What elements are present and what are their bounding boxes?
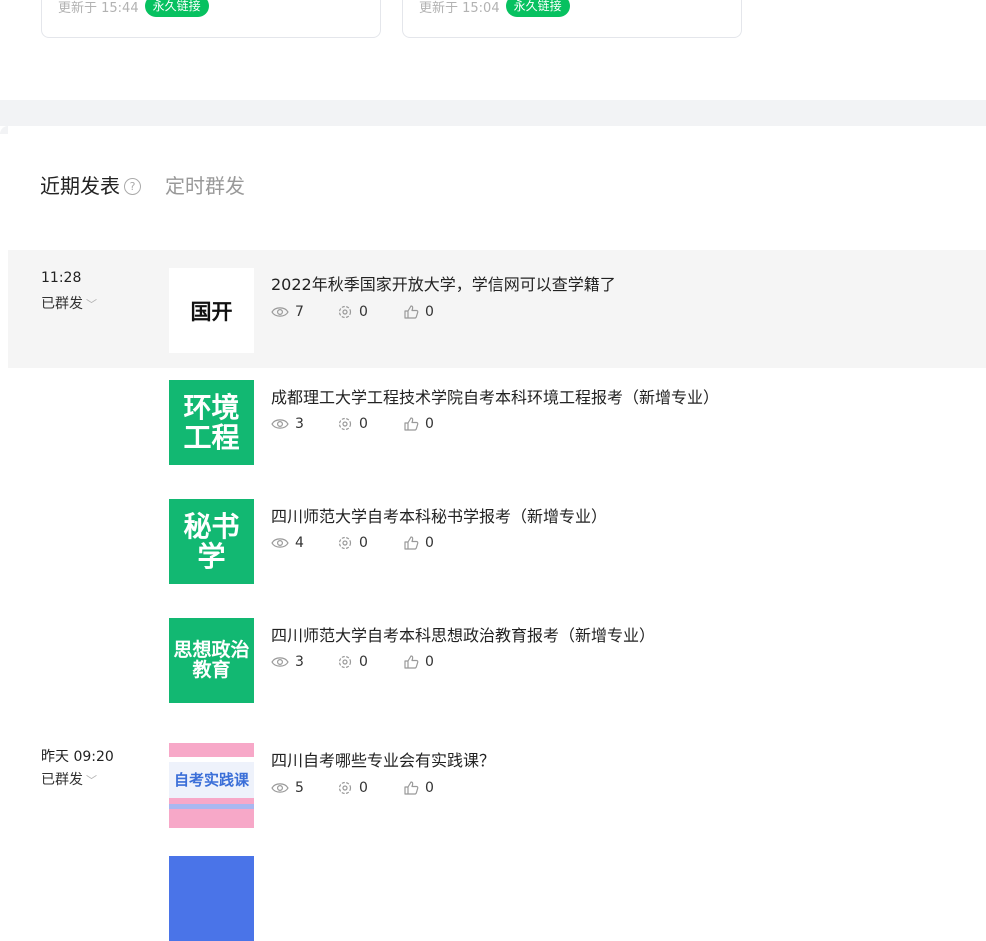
- thumbs-up-icon: [404, 781, 419, 795]
- article-thumbnail[interactable]: 环境工程: [169, 380, 254, 465]
- chevron-down-icon[interactable]: ﹀: [86, 774, 97, 787]
- share-count: 0: [337, 535, 403, 551]
- article-title[interactable]: 成都理工大学工程技术学院自考本科环境工程报考（新增专业）: [271, 384, 719, 408]
- share-count: 0: [337, 304, 403, 320]
- permanent-link-badge[interactable]: 永久链接: [144, 0, 209, 17]
- card-meta: 更新于 15:04 永久链接: [419, 0, 570, 17]
- status-label: 已群发: [41, 296, 83, 312]
- tab-scheduled-posts[interactable]: 定时群发: [165, 170, 245, 199]
- thumbnail-text: 环境工程: [183, 391, 240, 454]
- view-count: 4: [271, 535, 337, 551]
- tab-recent-posts[interactable]: 近期发表: [40, 170, 120, 199]
- post-status[interactable]: 已群发 ﹀: [41, 769, 97, 789]
- updated-time: 更新于 15:04: [419, 0, 500, 16]
- view-count: 3: [271, 416, 337, 432]
- section-divider-corner: [0, 126, 8, 134]
- eye-icon: [271, 783, 289, 793]
- eye-icon: [271, 657, 289, 667]
- article-title[interactable]: 2022年秋季国家开放大学，学信网可以查学籍了: [271, 271, 616, 295]
- article-thumbnail[interactable]: 国开: [169, 268, 254, 353]
- share-icon: [338, 305, 352, 319]
- like-count: 0: [403, 416, 469, 432]
- like-count: 0: [403, 654, 469, 670]
- article-stats: 4 0 0: [271, 535, 469, 551]
- article-stats: 7 0 0: [271, 304, 469, 320]
- article-thumbnail[interactable]: [169, 856, 254, 941]
- tab-bar: 近期发表 ? 定时群发: [40, 170, 245, 199]
- row-hover-highlight: [8, 250, 986, 368]
- thumbnail-text: 自考实践课: [169, 762, 254, 798]
- share-icon: [338, 536, 352, 550]
- article-stats: 3 0 0: [271, 416, 469, 432]
- top-cards-area: 更新于 15:44 永久链接 更新于 15:04 永久链接: [0, 0, 986, 100]
- help-circle-icon[interactable]: ?: [124, 178, 141, 195]
- article-title[interactable]: 四川自考哪些专业会有实践课？: [271, 747, 495, 771]
- eye-icon: [271, 419, 289, 429]
- thumbs-up-icon: [404, 417, 419, 431]
- like-count: 0: [403, 304, 469, 320]
- status-label: 已群发: [41, 772, 83, 788]
- article-thumbnail[interactable]: 思想政治教育: [169, 618, 254, 703]
- thumbs-up-icon: [404, 536, 419, 550]
- card-meta: 更新于 15:44 永久链接: [58, 0, 209, 17]
- share-count: 0: [337, 654, 403, 670]
- view-count: 3: [271, 654, 337, 670]
- article-thumbnail[interactable]: 秘书学: [169, 499, 254, 584]
- post-time: 昨天 09:20: [41, 749, 114, 765]
- share-icon: [338, 417, 352, 431]
- view-count: 5: [271, 780, 337, 796]
- article-stats: 3 0 0: [271, 654, 469, 670]
- thumbs-up-icon: [404, 305, 419, 319]
- updated-time: 更新于 15:44: [58, 0, 139, 16]
- share-count: 0: [337, 780, 403, 796]
- view-count: 7: [271, 304, 337, 320]
- thumbnail-text: 秘书学: [183, 510, 240, 573]
- chevron-down-icon[interactable]: ﹀: [86, 298, 97, 311]
- eye-icon: [271, 307, 289, 317]
- article-thumbnail[interactable]: 自考实践课: [169, 743, 254, 828]
- thumbnail-stripe: [169, 809, 254, 828]
- section-divider: [0, 100, 986, 126]
- thumbnail-text: 国开: [190, 299, 233, 324]
- like-count: 0: [403, 535, 469, 551]
- article-title[interactable]: 四川师范大学自考本科思想政治教育报考（新增专业）: [271, 622, 655, 646]
- thumbnail-text: 思想政治教育: [173, 638, 250, 681]
- share-icon: [338, 655, 352, 669]
- post-status[interactable]: 已群发 ﹀: [41, 293, 97, 313]
- article-title[interactable]: 四川师范大学自考本科秘书学报考（新增专业）: [271, 503, 607, 527]
- thumbnail-stripe: [169, 743, 254, 757]
- post-time: 11:28: [41, 270, 82, 286]
- eye-icon: [271, 538, 289, 548]
- article-card[interactable]: 更新于 15:44 永久链接: [41, 0, 381, 38]
- share-icon: [338, 781, 352, 795]
- thumbs-up-icon: [404, 655, 419, 669]
- article-stats: 5 0 0: [271, 780, 469, 796]
- share-count: 0: [337, 416, 403, 432]
- article-card[interactable]: 更新于 15:04 永久链接: [402, 0, 742, 38]
- like-count: 0: [403, 780, 469, 796]
- permanent-link-badge[interactable]: 永久链接: [505, 0, 570, 17]
